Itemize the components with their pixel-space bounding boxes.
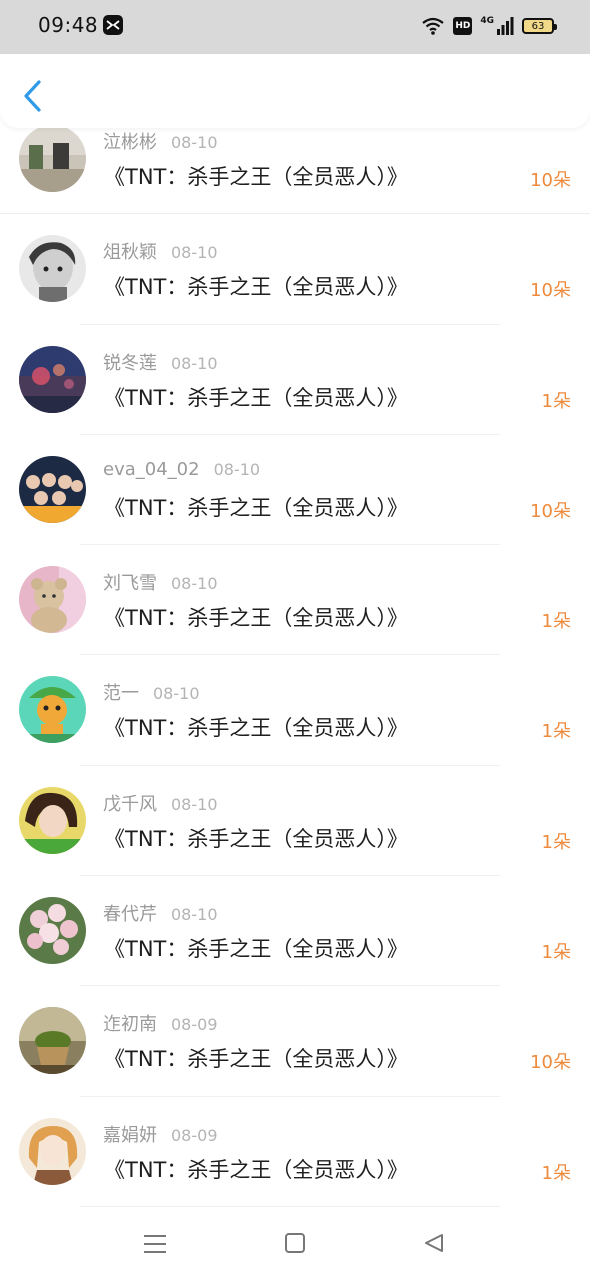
avatar[interactable] — [19, 345, 86, 413]
system-nav-bar — [0, 1208, 590, 1280]
username: 嘉娟妍 08-09 — [103, 1124, 218, 1146]
username: 俎秋颖 08-10 — [103, 242, 218, 264]
username: eva_04_02 08-10 — [103, 458, 261, 480]
date: 08-09 — [171, 1125, 218, 1145]
username: 刘飞雪 08-10 — [103, 573, 218, 595]
date: 08-10 — [213, 459, 261, 479]
hd-badge: HD — [453, 17, 473, 35]
date: 08-10 — [171, 905, 218, 925]
flower-count: 10朵 — [530, 1052, 571, 1074]
flower-count: 10朵 — [530, 280, 571, 302]
list-item[interactable]: 春代芹 08-10 《TNT：杀手之王（全员恶人）》 1朵 — [0, 876, 590, 987]
list-item[interactable]: eva_04_02 08-10 《TNT：杀手之王（全员恶人）》 10朵 — [0, 435, 590, 546]
flower-gift-list[interactable]: 泣彬彬08-10 《TNT：杀手之王（全员恶人）》 10朵 俎秋颖08-10 — [0, 128, 590, 1208]
date: 08-10 — [171, 243, 218, 263]
battery-icon: 63 — [522, 18, 557, 34]
flower-count: 1朵 — [541, 721, 571, 743]
gift-title: 《TNT：杀手之王（全员恶人）》 — [104, 606, 408, 631]
list-item[interactable]: 刘飞雪 08-10 《TNT：杀手之王（全员恶人）》 1朵 — [0, 545, 590, 656]
date: 08-10 — [171, 353, 218, 373]
date: 08-10 — [171, 794, 218, 814]
list-item[interactable]: 泣彬彬 08-10 《TNT：杀手之王（全员恶人）》 10朵 — [0, 128, 590, 215]
flower-count: 1朵 — [541, 831, 571, 853]
gift-title: 《TNT：杀手之王（全员恶人）》 — [104, 275, 408, 300]
gift-title: 《TNT：杀手之王（全员恶人）》 — [104, 716, 408, 741]
gift-title: 《TNT：杀手之王（全员恶人）》 — [104, 165, 408, 189]
flower-count: 1朵 — [541, 942, 571, 964]
avatar[interactable] — [19, 128, 86, 192]
date: 08-10 — [171, 574, 218, 594]
back-triangle-icon[interactable] — [424, 1233, 444, 1253]
flower-count: 1朵 — [541, 1162, 571, 1184]
avatar[interactable] — [19, 676, 86, 744]
divider — [80, 1205, 500, 1207]
gift-title: 《TNT：杀手之王（全员恶人）》 — [104, 937, 408, 962]
username: 锐冬莲 08-10 — [103, 352, 218, 374]
list-item[interactable]: 范一 08-10 《TNT：杀手之王（全员恶人）》 1朵 — [0, 655, 590, 766]
list-item[interactable]: 俎秋颖 08-10 《TNT：杀手之王（全员恶人）》 10朵 — [0, 214, 590, 325]
network-type: 4G — [480, 16, 494, 26]
date: 08-10 — [153, 684, 200, 704]
list-item[interactable]: 锐冬莲 08-10 《TNT：杀手之王（全员恶人）》 1朵 — [0, 325, 590, 435]
list-item[interactable]: 迮初南 08-09 《TNT：杀手之王（全员恶人）》 10朵 — [0, 986, 590, 1097]
gift-title: 《TNT：杀手之王（全员恶人）》 — [104, 495, 408, 520]
status-time: 09:48 — [38, 13, 99, 37]
date: 08-09 — [171, 1015, 218, 1035]
avatar[interactable] — [19, 235, 86, 303]
avatar[interactable] — [19, 455, 86, 523]
gift-title: 《TNT：杀手之王（全员恶人）》 — [104, 1157, 408, 1182]
gift-title: 《TNT：杀手之王（全员恶人）》 — [104, 1047, 408, 1072]
date: 08-10 — [171, 133, 218, 152]
flower-count: 10朵 — [530, 500, 571, 522]
wifi-icon — [422, 17, 445, 35]
back-button[interactable] — [18, 78, 48, 114]
avatar[interactable] — [19, 1117, 86, 1185]
signal-icon — [497, 17, 514, 35]
avatar[interactable] — [19, 897, 86, 965]
gift-title: 《TNT：杀手之王（全员恶人）》 — [104, 385, 408, 410]
username: 范一 08-10 — [103, 683, 200, 705]
list-item[interactable]: 嘉娟妍 08-09 《TNT：杀手之王（全员恶人）》 1朵 — [0, 1097, 590, 1207]
avatar[interactable] — [19, 1007, 86, 1075]
menu-icon[interactable] — [144, 1234, 166, 1254]
gift-title: 《TNT：杀手之王（全员恶人）》 — [104, 826, 408, 851]
username: 春代芹 08-10 — [103, 904, 218, 926]
avatar[interactable] — [19, 566, 86, 634]
username: 泣彬彬 08-10 — [103, 132, 218, 153]
home-square-icon[interactable] — [285, 1233, 305, 1253]
flower-count: 10朵 — [530, 170, 571, 191]
avatar[interactable] — [19, 786, 86, 854]
flower-count: 1朵 — [541, 390, 571, 412]
flower-count: 1朵 — [541, 611, 571, 633]
capcut-app-icon — [103, 15, 123, 35]
header — [0, 54, 590, 128]
username: 戊千风 08-10 — [103, 793, 218, 815]
username: 迮初南 08-09 — [103, 1014, 218, 1036]
list-item[interactable]: 戊千风 08-10 《TNT：杀手之王（全员恶人）》 1朵 — [0, 766, 590, 877]
status-bar: 09:48 HD 4G 63 — [0, 0, 590, 54]
